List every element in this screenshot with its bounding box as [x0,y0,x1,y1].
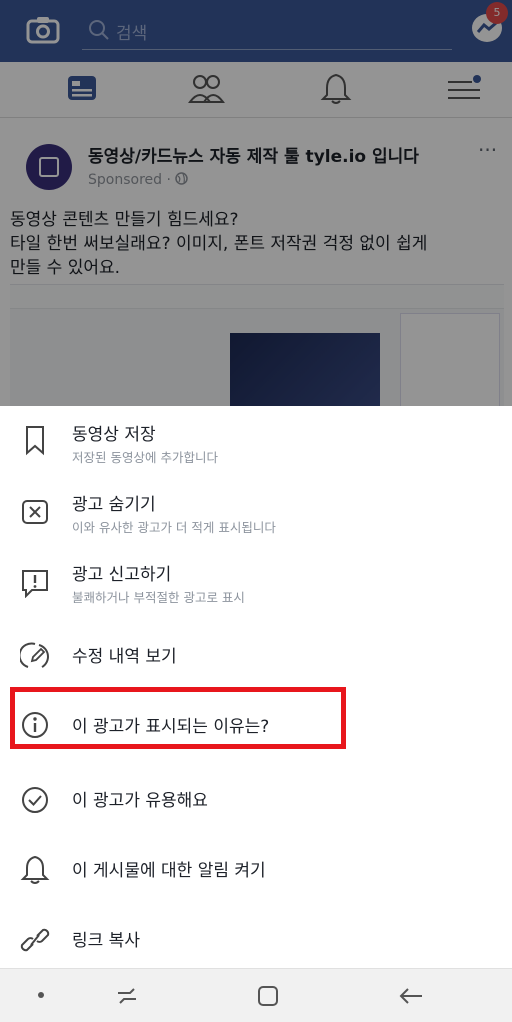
menu-item-label: 링크 복사 [72,931,140,951]
close-box-icon [22,500,48,524]
link-icon [20,928,50,952]
menu-item-label: 이 광고가 유용해요 [72,791,208,811]
bookmark-icon [26,426,44,456]
menu-item-turn-on-notifications[interactable]: 이 게시물에 대한 알림 켜기 [0,834,512,904]
system-nav-bar [0,968,512,1022]
menu-item-label: 수정 내역 보기 [72,647,177,667]
menu-item-report-ad[interactable]: 광고 신고하기 불쾌하거나 부적절한 광고로 표시 [0,546,512,616]
edit-history-icon [20,642,49,668]
menu-item-label: 이 게시물에 대한 알림 켜기 [72,861,266,881]
report-icon [22,570,48,598]
recent-apps-icon[interactable] [112,981,142,1011]
highlight-box [10,687,346,749]
bell-icon [20,855,50,884]
background-feed: 검색 5 동영상/카드뉴스 자동 제작 툴 tyle.io 입니다 Sponso… [0,0,512,410]
menu-item-sub: 저장된 동영상에 추가합니다 [72,450,218,465]
menu-item-sub: 불쾌하거나 부적절한 광고로 표시 [72,590,245,605]
nav-dot-icon[interactable] [38,992,44,998]
menu-item-label: 광고 숨기기 [72,495,156,515]
check-circle-icon [22,787,48,813]
action-sheet: 동영상 저장 저장된 동영상에 추가합니다 광고 숨기기 이와 유사한 광고가 … [0,406,512,968]
menu-item-label: 광고 신고하기 [72,565,172,585]
menu-item-sub: 이와 유사한 광고가 더 적게 표시됩니다 [72,520,276,535]
home-icon[interactable] [253,981,283,1011]
menu-item-label: 동영상 저장 [72,425,156,445]
menu-item-ad-useful[interactable]: 이 광고가 유용해요 [0,764,512,834]
back-icon[interactable] [396,981,426,1011]
menu-item-edit-history[interactable]: 수정 내역 보기 [0,620,512,690]
menu-item-save-video[interactable]: 동영상 저장 저장된 동영상에 추가합니다 [0,406,512,476]
dim-overlay[interactable] [0,0,512,410]
menu-item-hide-ad[interactable]: 광고 숨기기 이와 유사한 광고가 더 적게 표시됩니다 [0,476,512,546]
menu-item-copy-link[interactable]: 링크 복사 [0,904,512,974]
